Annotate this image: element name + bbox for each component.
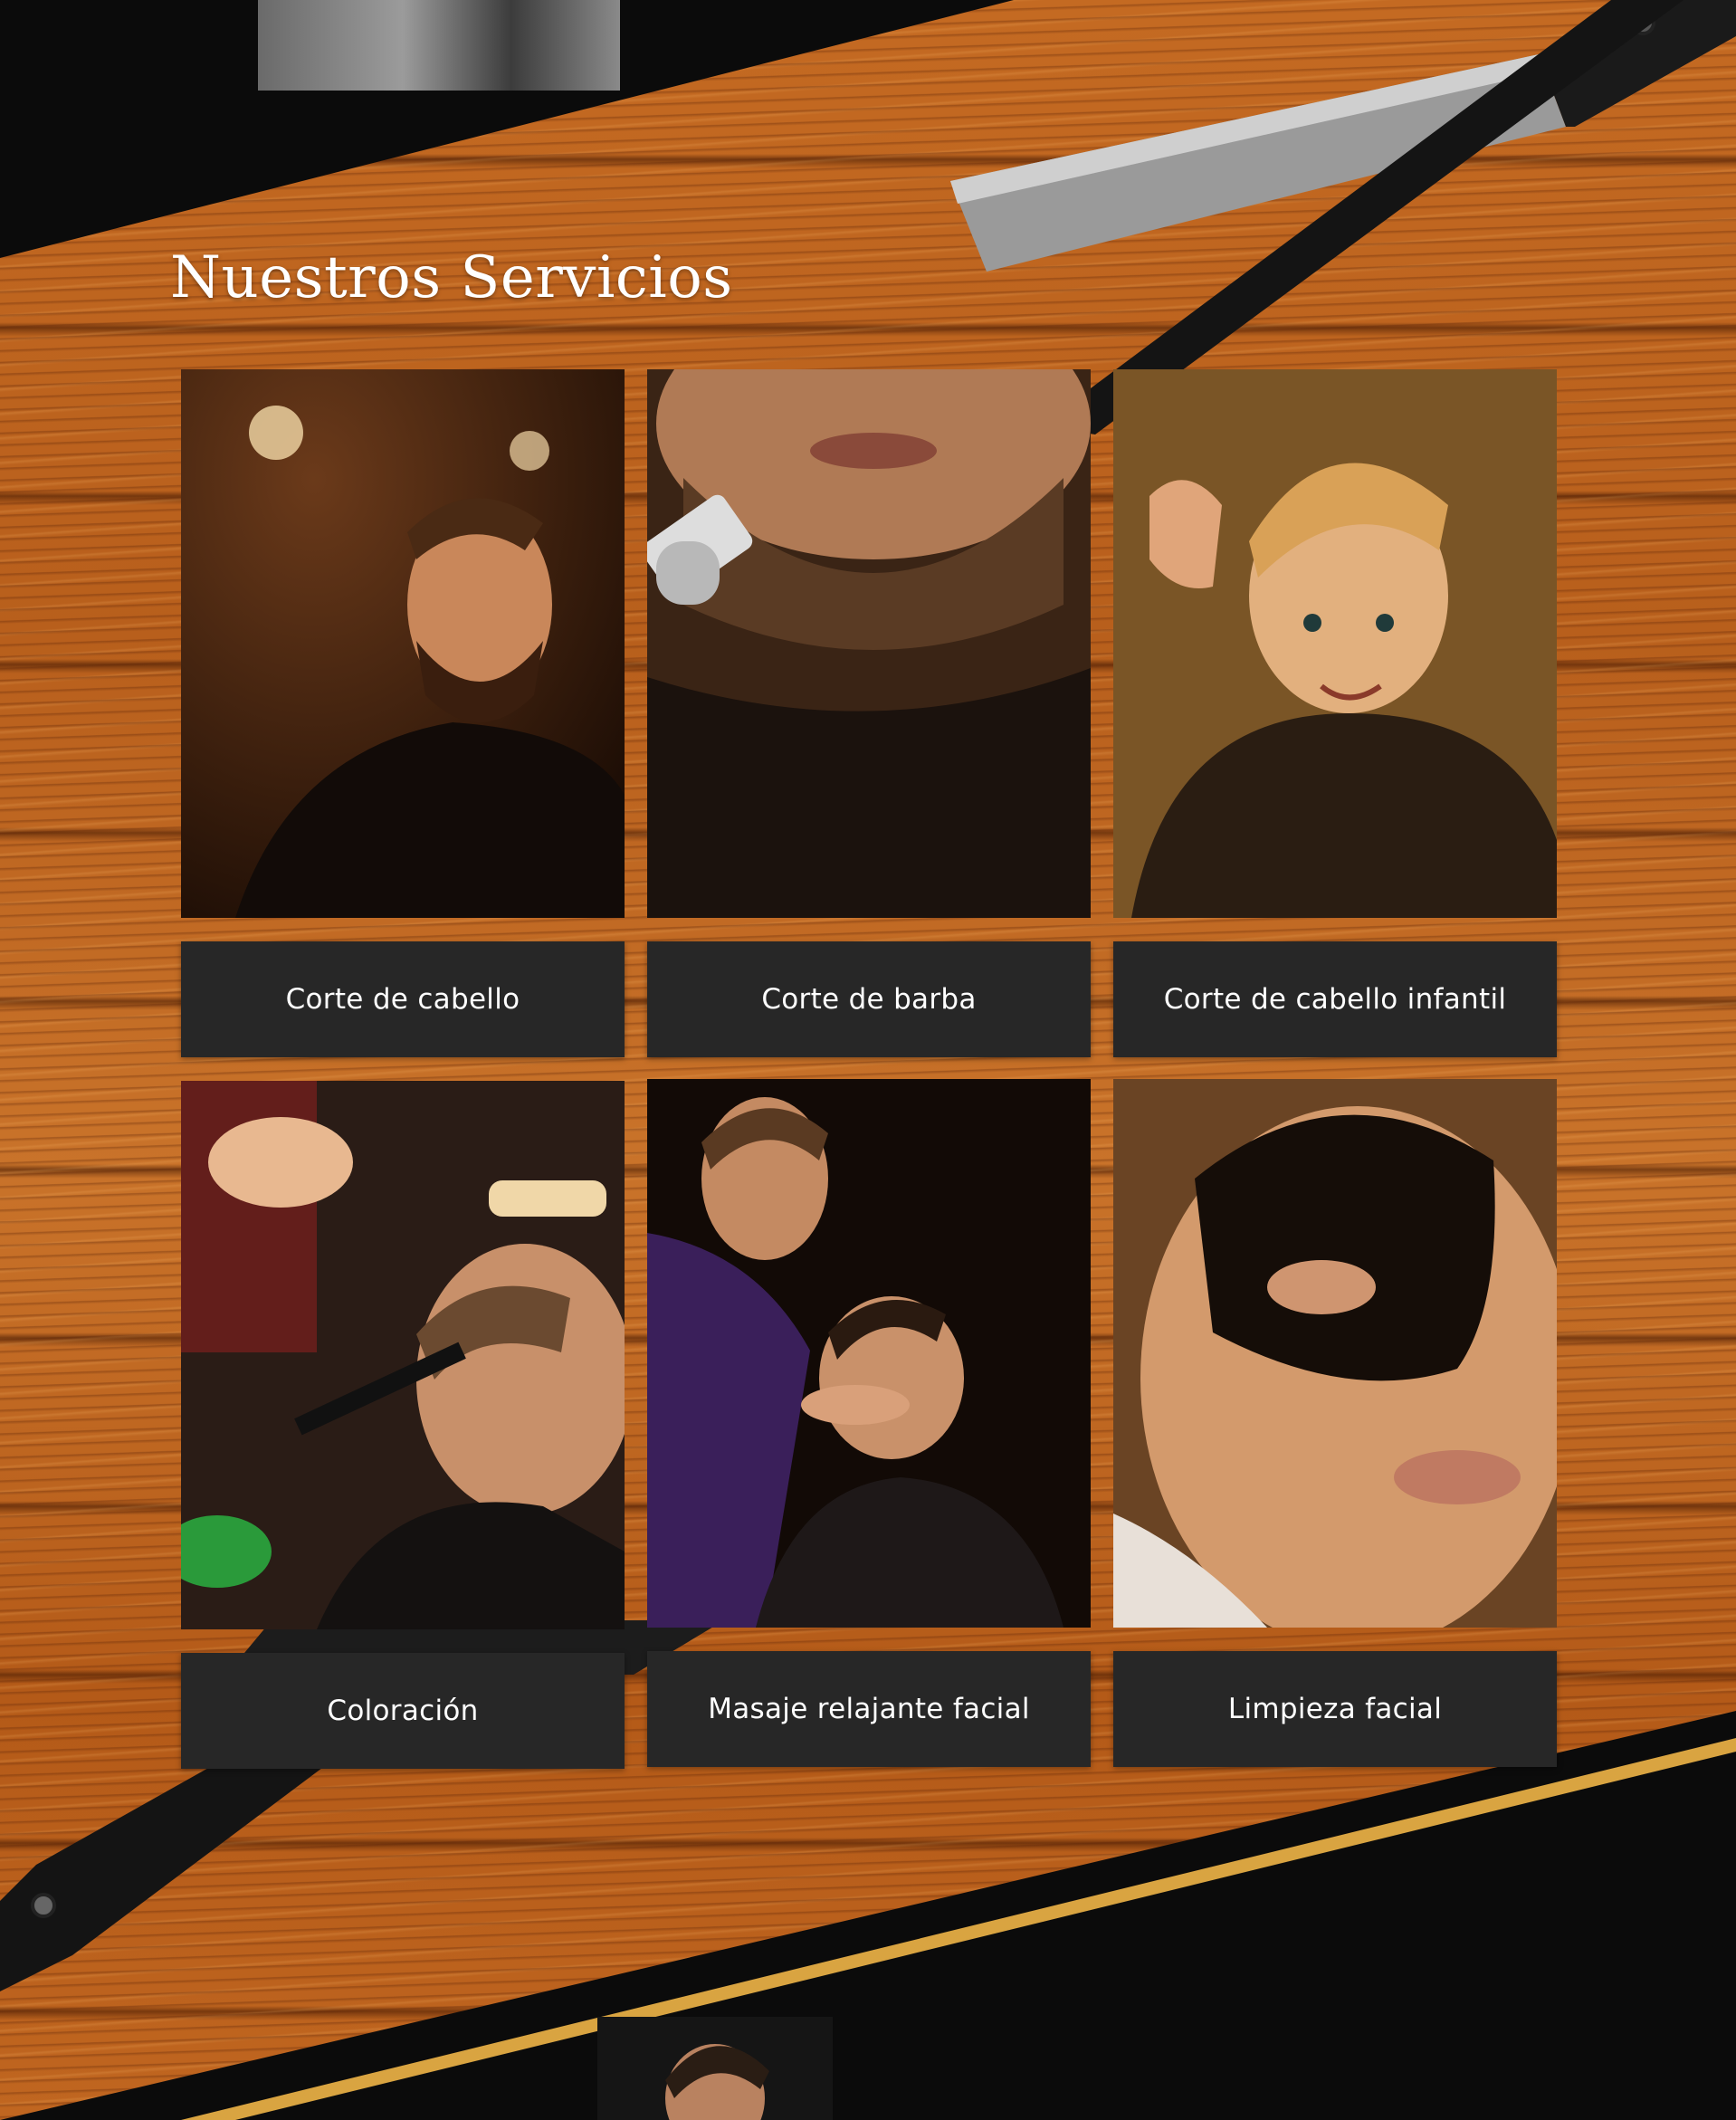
top-partial-image [258,0,620,91]
service-label-box[interactable]: Coloración [181,1653,625,1769]
beard-trim-photo-icon [647,369,1091,918]
facial-massage-photo-icon [647,1079,1091,1628]
service-photo [181,1081,625,1629]
service-photo [647,1079,1091,1628]
bottom-partial-image [597,2017,833,2120]
service-label-box[interactable]: Masaje relajante facial [647,1651,1091,1767]
service-photo [1113,369,1557,918]
service-photo [1113,1079,1557,1628]
service-label: Masaje relajante facial [708,1693,1030,1725]
decorative-background-shapes [0,0,1736,2120]
kids-haircut-photo-icon [1113,369,1557,918]
service-label: Limpieza facial [1227,1693,1443,1725]
service-label: Corte de cabello infantil [1163,983,1507,1016]
section-title: Nuestros Servicios [170,244,733,311]
service-label-box[interactable]: Corte de barba [647,941,1091,1057]
service-label: Corte de barba [761,983,977,1016]
service-photo [647,369,1091,918]
service-label-box[interactable]: Limpieza facial [1113,1651,1557,1767]
facial-cleaning-photo-icon [1113,1079,1557,1628]
service-label-box[interactable]: Corte de cabello infantil [1113,941,1557,1057]
coloring-photo-icon [181,1081,625,1629]
haircut-photo-icon [181,369,625,918]
service-label-box[interactable]: Corte de cabello [181,941,625,1057]
service-photo [181,369,625,918]
man-portrait-photo-icon [597,2017,833,2120]
service-label: Corte de cabello [285,983,520,1016]
service-label: Coloración [327,1695,479,1727]
